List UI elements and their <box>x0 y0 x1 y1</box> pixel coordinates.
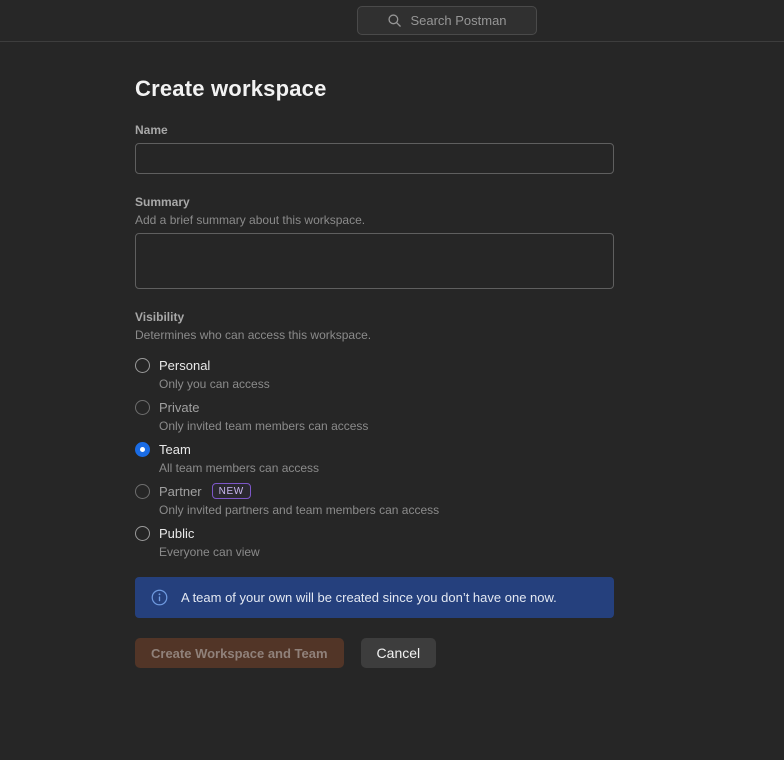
visibility-option-partner[interactable]: Partner NEW Only invited partners and te… <box>135 483 614 517</box>
banner-text: A team of your own will be created since… <box>181 590 557 605</box>
option-label: Team <box>159 442 191 457</box>
summary-label: Summary <box>135 195 614 209</box>
info-icon <box>151 589 168 606</box>
option-description: Everyone can view <box>159 545 614 559</box>
global-search[interactable]: Search Postman <box>357 6 537 35</box>
new-badge: NEW <box>212 483 251 499</box>
info-banner: A team of your own will be created since… <box>135 577 614 618</box>
option-description: Only invited partners and team members c… <box>159 503 614 517</box>
form-actions: Create Workspace and Team Cancel <box>135 638 614 668</box>
cancel-button[interactable]: Cancel <box>361 638 437 668</box>
name-label: Name <box>135 123 614 137</box>
visibility-option-team[interactable]: Team All team members can access <box>135 441 614 475</box>
radio-personal[interactable] <box>135 358 150 373</box>
option-description: Only you can access <box>159 377 614 391</box>
option-description: Only invited team members can access <box>159 419 614 433</box>
name-input[interactable] <box>135 143 614 174</box>
search-icon <box>387 13 402 28</box>
visibility-label: Visibility <box>135 310 614 324</box>
visibility-option-public[interactable]: Public Everyone can view <box>135 525 614 559</box>
visibility-helper: Determines who can access this workspace… <box>135 328 614 342</box>
option-label: Public <box>159 526 194 541</box>
radio-private[interactable] <box>135 400 150 415</box>
top-bar: Search Postman <box>0 0 784 42</box>
visibility-option-personal[interactable]: Personal Only you can access <box>135 357 614 391</box>
radio-partner[interactable] <box>135 484 150 499</box>
page-title: Create workspace <box>135 76 614 102</box>
visibility-options: Personal Only you can access Private Onl… <box>135 357 614 559</box>
summary-textarea[interactable] <box>135 233 614 289</box>
option-label: Personal <box>159 358 210 373</box>
option-description: All team members can access <box>159 461 614 475</box>
create-workspace-form: Create workspace Name Summary Add a brie… <box>135 76 614 668</box>
option-label: Partner <box>159 484 202 499</box>
summary-helper: Add a brief summary about this workspace… <box>135 213 614 227</box>
radio-team[interactable] <box>135 442 150 457</box>
search-placeholder: Search Postman <box>410 13 506 28</box>
option-label: Private <box>159 400 199 415</box>
visibility-option-private[interactable]: Private Only invited team members can ac… <box>135 399 614 433</box>
radio-public[interactable] <box>135 526 150 541</box>
create-workspace-button[interactable]: Create Workspace and Team <box>135 638 344 668</box>
